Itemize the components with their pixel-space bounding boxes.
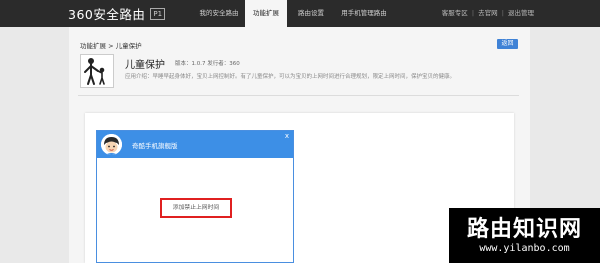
link-support[interactable]: 客服专区 bbox=[442, 9, 468, 17]
dialog-title: 奇酷手机旗舰版 bbox=[132, 142, 178, 150]
link-separator: | bbox=[471, 9, 475, 17]
watermark-title: 路由知识网 bbox=[466, 216, 582, 242]
app-meta: 版本：1.0.7 发行者：360 bbox=[175, 61, 240, 67]
watermark-url: www.yilanbo.com bbox=[479, 243, 570, 254]
nav-tab-mobile-manage[interactable]: 用手机管理路由 bbox=[333, 0, 395, 27]
link-official-site[interactable]: 去官网 bbox=[478, 9, 498, 17]
device-dialog: 奇酷手机旗舰版 x bbox=[96, 130, 294, 263]
link-logout[interactable]: 退出管理 bbox=[508, 9, 534, 17]
divider bbox=[78, 95, 519, 96]
close-icon[interactable]: x bbox=[285, 132, 289, 140]
add-block-time-label: 添加禁止上网时间 bbox=[172, 205, 220, 211]
link-separator: | bbox=[501, 9, 504, 17]
top-links: 客服专区 | 去官网 | 退出管理 bbox=[442, 0, 534, 27]
back-button[interactable]: 返回 bbox=[497, 39, 518, 49]
child-protection-icon bbox=[80, 54, 114, 88]
top-nav-bar: 360安全路由 P1 我的安全路由 功能扩展 路由设置 用手机管理路由 客服专区… bbox=[0, 0, 600, 27]
app-description: 应用介绍：早睡早起身体好，宝贝上网控制好。有了儿童保护，可以为宝贝的上网时间进行… bbox=[125, 74, 456, 80]
nav-tab-my-router[interactable]: 我的安全路由 bbox=[188, 0, 250, 27]
breadcrumb: 功能扩展 > 儿童保护 bbox=[80, 42, 142, 50]
child-avatar-icon bbox=[101, 134, 122, 155]
site-watermark: 路由知识网 www.yilanbo.com bbox=[449, 208, 600, 263]
router-logo[interactable]: 360安全路由 P1 bbox=[68, 5, 166, 22]
nav-tab-router-settings[interactable]: 路由设置 bbox=[290, 0, 332, 27]
add-block-time-button[interactable]: 添加禁止上网时间 bbox=[160, 198, 232, 218]
model-badge: P1 bbox=[150, 7, 166, 20]
logo-text: 360安全路由 bbox=[68, 7, 146, 22]
app-title: 儿童保护 bbox=[125, 60, 165, 71]
dialog-header: 奇酷手机旗舰版 x bbox=[97, 131, 293, 158]
nav-tab-extensions[interactable]: 功能扩展 bbox=[245, 0, 287, 27]
